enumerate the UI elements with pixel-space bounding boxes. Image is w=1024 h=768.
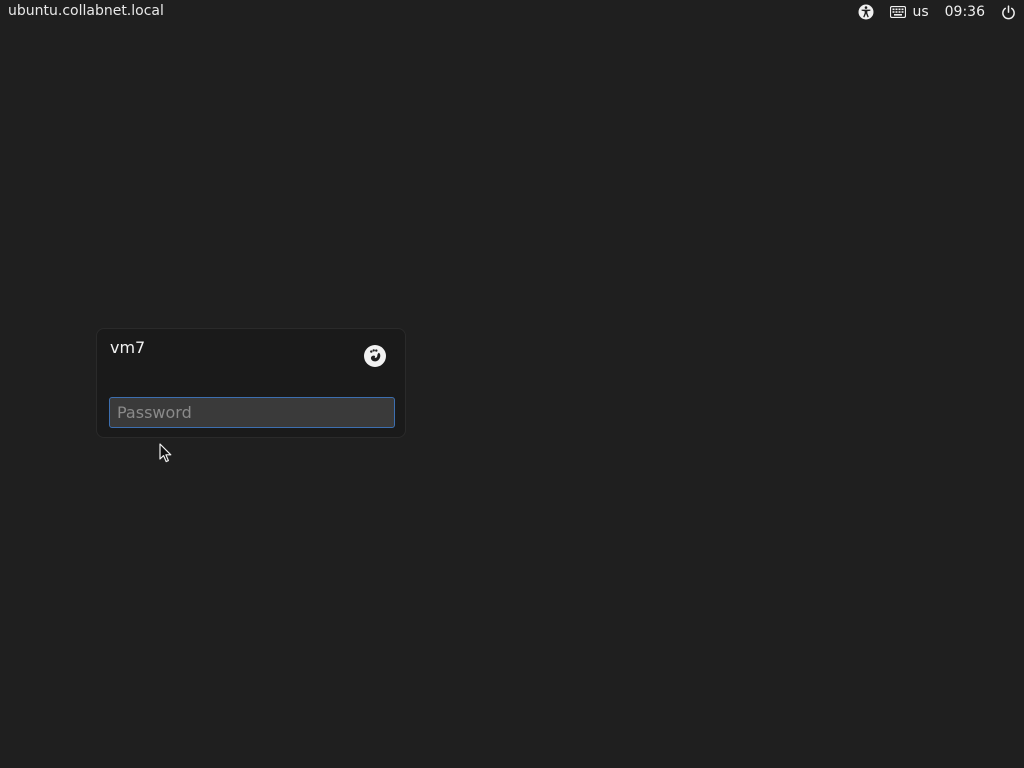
login-box: vm7	[96, 328, 406, 438]
password-field[interactable]	[109, 397, 395, 428]
power-icon[interactable]	[1001, 0, 1016, 24]
top-bar: ubuntu.collabnet.local us 09:36	[0, 0, 1024, 24]
gnome-foot-icon	[370, 349, 381, 362]
username-label: vm7	[110, 338, 146, 357]
keyboard-icon	[890, 6, 907, 18]
accessibility-icon[interactable]	[858, 0, 874, 24]
keyboard-layout-indicator[interactable]: us	[890, 0, 929, 24]
clock[interactable]: 09:36	[945, 0, 985, 24]
session-selector-button[interactable]	[364, 345, 386, 367]
hostname-label: ubuntu.collabnet.local	[8, 3, 164, 19]
mouse-pointer-icon	[159, 443, 172, 463]
system-indicators: us 09:36	[858, 0, 1024, 24]
keyboard-layout-label: us	[912, 4, 929, 20]
